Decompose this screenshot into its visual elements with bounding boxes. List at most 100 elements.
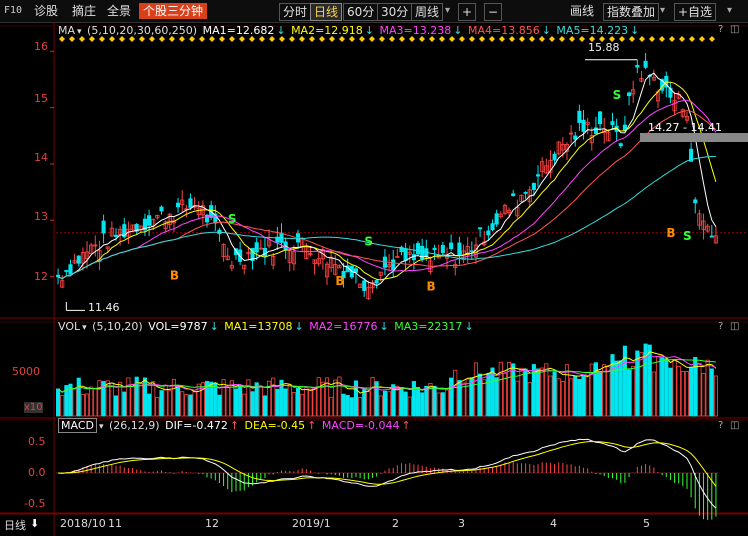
diagnose-button[interactable]: 诊股 (34, 3, 58, 19)
chevron-down-icon[interactable]: ▾ (660, 3, 665, 19)
volume-bar (552, 371, 557, 417)
macd-params: (26,12,9) (109, 419, 160, 432)
volume-bar (482, 379, 487, 417)
volume-bar (271, 377, 276, 417)
volume-bar (701, 372, 706, 417)
tab-daily[interactable]: 日线 (310, 3, 343, 21)
tab-30min[interactable]: 30分 (377, 3, 413, 21)
candle-body (403, 248, 408, 261)
chevron-down-icon[interactable]: ▾ (82, 323, 87, 333)
macd-lines (58, 438, 717, 509)
dif-line (58, 438, 717, 509)
volume-bar (399, 387, 404, 417)
macd-legend-name[interactable]: MACD (58, 418, 97, 433)
volume-bar (93, 388, 98, 417)
chevron-down-icon[interactable]: ▾ (445, 3, 450, 19)
candle-body (101, 220, 106, 234)
volume-bar (540, 367, 545, 417)
three-minute-button[interactable]: 个股三分钟 (139, 3, 208, 19)
volume-bar (444, 389, 450, 417)
chevron-down-icon[interactable]: ▾ (77, 27, 82, 37)
volume-bar (349, 397, 354, 417)
volume-bar (312, 387, 317, 417)
volume-bar (382, 390, 387, 417)
volume-bar (242, 393, 247, 417)
macd-histogram (56, 461, 718, 520)
volume-bar (639, 352, 644, 417)
ma4-value: MA4=13.856 (467, 24, 540, 37)
sell-marker: S (683, 229, 692, 243)
chevron-down-icon[interactable]: ▾ (727, 3, 732, 19)
sell-marker: S (613, 88, 622, 102)
pane-close-icon[interactable]: ◫ (730, 420, 739, 431)
help-icon[interactable]: ? (718, 321, 723, 332)
volume-bar (548, 375, 553, 417)
signal-markers: BBBBSSSS (59, 36, 715, 311)
candle-body (552, 153, 557, 161)
candle-body (610, 121, 615, 126)
volume-tick: 5000 (12, 365, 40, 378)
index-overlay-button[interactable]: 指数叠加 (603, 3, 660, 21)
x-tick: 3 (458, 517, 465, 530)
arrow-down-icon[interactable]: ⬇ (30, 517, 39, 530)
volume-bar (515, 380, 520, 417)
pick-button[interactable]: 摘庄 (72, 3, 96, 19)
macd-legend: MACD ▾ (26,12,9) DIF=-0.472 ↑ DEA=-0.45 ↑ M… (58, 418, 413, 433)
help-icon[interactable]: ? (718, 24, 723, 35)
volume-bar (225, 386, 230, 417)
zoom-in-button[interactable]: + (458, 3, 477, 21)
volume-bar (577, 378, 582, 417)
sell-marker: S (228, 212, 237, 226)
arrow-down-icon: ↓ (630, 24, 640, 37)
tab-intraday[interactable]: 分时 (279, 3, 312, 21)
candle-body (254, 242, 259, 253)
vol-legend-name[interactable]: VOL (58, 320, 80, 333)
volume-bar (387, 391, 392, 417)
candle-body (643, 60, 648, 68)
tab-60min[interactable]: 60分 (343, 3, 379, 21)
volume-bar (672, 359, 677, 417)
candle-body (432, 247, 437, 251)
chart-grid (0, 22, 748, 536)
stock-chart[interactable]: BBBBSSSS (0, 22, 748, 536)
volume-bar (109, 382, 114, 417)
volume-bar (184, 394, 189, 417)
range-bar (640, 133, 748, 142)
chevron-down-icon[interactable]: ▾ (99, 422, 104, 432)
pane-close-icon[interactable]: ◫ (730, 24, 739, 35)
candle-body (415, 243, 421, 255)
volume-bar (440, 392, 445, 417)
add-favorite-button[interactable]: +自选 (674, 3, 717, 21)
draw-line-button[interactable]: 画线 (570, 3, 594, 19)
candle-body (626, 92, 632, 97)
pane-close-icon[interactable]: ◫ (730, 321, 739, 332)
volume-bar (473, 362, 479, 417)
panorama-button[interactable]: 全景 (107, 3, 131, 19)
volume-bar (535, 368, 541, 417)
candle-body (113, 234, 119, 237)
volume-bar (622, 345, 627, 417)
tab-weekly[interactable]: 周线 (411, 3, 444, 21)
help-icon[interactable]: ? (718, 420, 723, 431)
period-label[interactable]: 日线 (4, 517, 26, 533)
price-tick: 14 (34, 151, 48, 164)
f10-button[interactable]: F10 (4, 3, 22, 19)
volume-bar (680, 371, 685, 417)
candle-body (353, 268, 359, 273)
ma-legend-name[interactable]: MA (58, 24, 75, 37)
volume-bar (213, 382, 218, 417)
volume-bar (97, 380, 102, 417)
volume-bar (453, 369, 458, 417)
candle-body (693, 199, 698, 204)
low-price-label: 11.46 (88, 301, 120, 314)
candle-body (147, 215, 152, 226)
arrow-down-icon: ↓ (379, 320, 389, 333)
volume-bar (147, 393, 152, 417)
candle-body (440, 245, 445, 254)
volume-bar (498, 361, 503, 417)
vol-ma1-value: MA1=13708 (224, 320, 293, 333)
zoom-out-button[interactable]: − (484, 3, 503, 21)
volume-bar (449, 377, 454, 417)
volume-bar (155, 397, 160, 417)
volume-bar (229, 380, 234, 417)
